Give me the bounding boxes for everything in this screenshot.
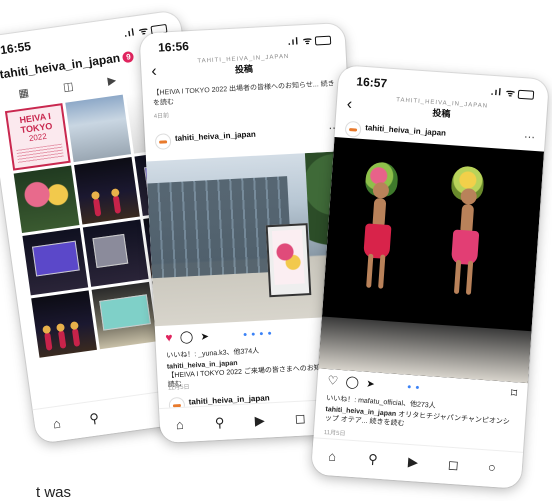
grid-post-lecture[interactable]	[82, 219, 149, 287]
more-icon[interactable]: ⋯	[524, 130, 536, 144]
back-icon[interactable]: ‹	[151, 63, 157, 81]
grid-post-screen[interactable]	[91, 281, 158, 350]
share-icon[interactable]: ➤	[366, 379, 375, 391]
post-username[interactable]: tahiti_heiva_in_japan	[175, 130, 256, 143]
home-icon[interactable]: ⌂	[52, 416, 62, 432]
search-icon[interactable]: ⚲	[368, 451, 379, 468]
grid-post-dance-group[interactable]	[31, 290, 97, 358]
search-icon[interactable]: ⚲	[214, 415, 224, 431]
avatar[interactable]	[154, 133, 172, 150]
projector-screen	[99, 294, 151, 331]
dancer-figure	[57, 330, 67, 349]
battery-icon	[517, 89, 535, 100]
post-username[interactable]: tahiti_heiva_in_japan	[365, 123, 446, 138]
leg	[453, 259, 462, 295]
grid-post-dancers-closeup[interactable]	[13, 165, 80, 234]
shop-icon[interactable]: ◻	[447, 457, 459, 474]
post-date: 11月5日	[323, 429, 346, 438]
status-icons: .ıl ᯤ	[287, 32, 332, 48]
avatar[interactable]	[344, 120, 362, 138]
reels-icon[interactable]: ▶	[407, 454, 419, 471]
status-time: 16:57	[355, 74, 388, 91]
profile-icon[interactable]: ○	[487, 460, 496, 476]
status-time: 16:55	[0, 39, 32, 58]
post-photo-dancers[interactable]	[318, 136, 545, 384]
post-date: 11月5日	[167, 384, 190, 392]
stage-floor	[318, 316, 532, 384]
comment-icon[interactable]: ◯	[179, 329, 193, 344]
shop-icon[interactable]: ◻	[294, 410, 306, 427]
battery-icon	[314, 35, 332, 46]
phone-post-dance: 16:57 .ıl ᯤ ‹ TAHITI_HEIVA_IN_JAPAN 投稿 t…	[310, 65, 550, 489]
status-icons: .ıl ᯤ	[490, 84, 535, 101]
share-icon[interactable]: ➤	[200, 331, 209, 342]
bottom-nav: ⌂ ⚲ ▶ ◻ ○	[310, 437, 524, 489]
poster-kiosk	[265, 223, 312, 298]
article-fragment: t was	[36, 484, 72, 501]
bookmark-icon[interactable]: ⌑	[510, 386, 517, 400]
carousel-indicator: ● ● ● ●	[242, 330, 273, 339]
skirt	[450, 229, 480, 266]
home-icon[interactable]: ⌂	[176, 417, 185, 432]
leg	[366, 253, 374, 288]
projector-screen	[32, 240, 80, 277]
grid-tab-icon[interactable]: ▦	[18, 86, 30, 100]
grid-post-stage[interactable]	[74, 157, 140, 225]
reels-icon[interactable]: ▶	[254, 413, 265, 430]
dancer-figure	[92, 197, 102, 217]
grid-post-heiva-poster[interactable]: HEIVA I TOKYO 2022	[4, 103, 71, 171]
skirt	[363, 223, 392, 260]
reels-tab-icon[interactable]: ◫	[62, 80, 74, 93]
dancer-figure	[71, 328, 81, 347]
leg	[465, 260, 474, 295]
grid-post-stage-screen[interactable]	[22, 227, 89, 296]
post-header: tahiti_heiva_in_japan ⋯	[154, 121, 341, 151]
dancer-figure	[44, 332, 53, 351]
video-tab-icon[interactable]: ▶	[107, 74, 117, 87]
previous-post-date: 4日前	[153, 113, 170, 121]
dancer-figure	[112, 195, 122, 214]
kiosk-poster-art	[271, 229, 305, 285]
projector-screen	[92, 233, 129, 268]
grid-post-building[interactable]	[65, 94, 132, 163]
poster-fineprint	[16, 143, 64, 164]
search-icon[interactable]: ⚲	[88, 410, 100, 427]
notification-badge: 9	[122, 51, 135, 64]
status-time: 16:56	[157, 39, 190, 55]
home-icon[interactable]: ⌂	[328, 448, 337, 464]
like-heart-icon[interactable]: ♡	[327, 373, 339, 388]
carousel-indicator: ● ●	[406, 383, 421, 392]
like-heart-icon[interactable]: ♥	[165, 330, 173, 344]
comment-icon[interactable]: ◯	[345, 374, 359, 389]
head	[460, 187, 478, 206]
leg	[378, 254, 386, 289]
